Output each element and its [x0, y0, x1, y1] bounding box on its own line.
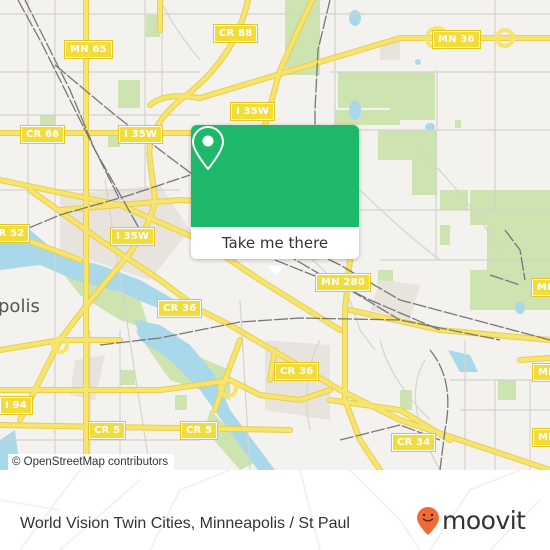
- location-pin-icon: [191, 125, 225, 171]
- road-label-mn36: MN 36: [432, 30, 481, 49]
- road-label-cr5: CR 5: [179, 421, 219, 440]
- road-label-i35w: I 35W: [117, 125, 164, 144]
- road-label-mn: MN: [532, 363, 550, 382]
- popup-header: [191, 125, 359, 235]
- road-label-cr88: CR 88: [212, 24, 259, 43]
- take-me-there-button[interactable]: Take me there: [191, 227, 359, 259]
- road-label-mn280: MN 280: [315, 273, 371, 292]
- road-label-cr34: CR 34: [390, 433, 437, 452]
- moovit-wordmark: moovit: [442, 506, 526, 535]
- road-label-i94: I 94: [0, 396, 33, 415]
- road-label-cr36: CR 36: [273, 362, 320, 381]
- moovit-logo[interactable]: moovit: [416, 506, 526, 536]
- road-label-i35w: I 35W: [229, 102, 276, 121]
- road-label-mn: MN: [532, 428, 550, 447]
- road-label-cr52: CR 52: [0, 224, 31, 243]
- road-label-mn65: MN 65: [64, 40, 113, 59]
- road-label-cr5: CR 5: [87, 421, 127, 440]
- popup-pointer: [267, 266, 285, 275]
- map-attribution[interactable]: © OpenStreetMap contributors: [8, 454, 175, 470]
- road-label-mn: MN: [531, 278, 550, 297]
- location-popup: Take me there: [191, 125, 359, 275]
- place-label-minneapolis: polis: [0, 296, 40, 317]
- location-title: World Vision Twin Cities, Minneapolis / …: [20, 515, 350, 532]
- map[interactable]: MN 65 CR 88 I 35W MN 36 CR 66 I 35W I 35…: [0, 0, 550, 470]
- road-label-cr66: CR 66: [19, 125, 66, 144]
- road-label-cr36: CR 36: [156, 299, 203, 318]
- road-label-i35w: I 35W: [109, 227, 156, 246]
- moovit-pin-icon: [417, 507, 439, 535]
